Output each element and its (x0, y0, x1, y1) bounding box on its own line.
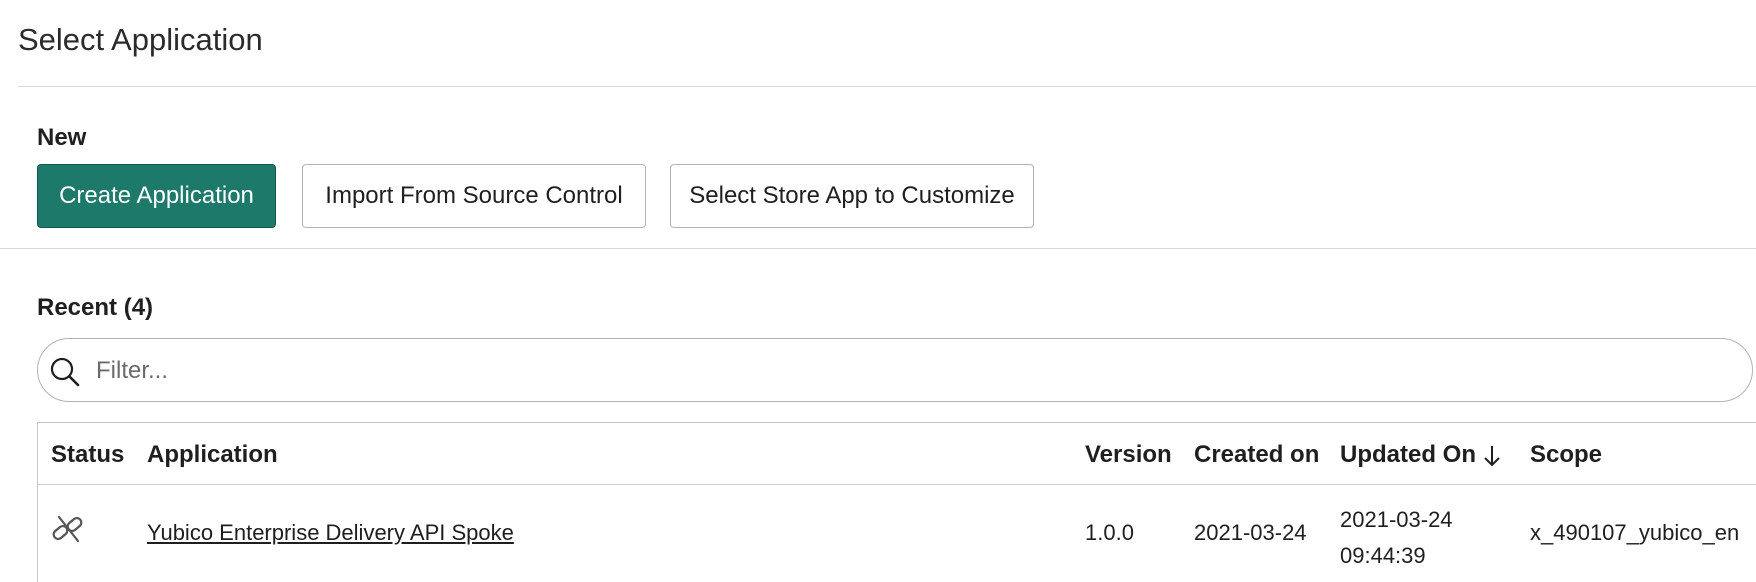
column-header-status[interactable]: Status (51, 441, 124, 469)
new-section-label: New (37, 124, 87, 151)
filter-input[interactable] (94, 347, 1698, 395)
create-application-button[interactable]: Create Application (37, 164, 276, 228)
updated-on-date: 2021-03-24 (1340, 507, 1453, 532)
import-from-source-control-button[interactable]: Import From Source Control (302, 164, 646, 228)
updated-on-time: 09:44:39 (1340, 543, 1426, 568)
recent-section-label: Recent (4) (37, 294, 154, 321)
table-header-row: Status Application Version Created on Up… (38, 423, 1756, 485)
column-header-created-on[interactable]: Created on (1194, 441, 1319, 469)
column-header-updated-on-label: Updated On (1340, 441, 1476, 468)
search-icon (50, 357, 80, 387)
version-cell: 1.0.0 (1085, 520, 1134, 545)
table-row: Yubico Enterprise Delivery API Spoke 1.0… (38, 485, 1756, 582)
page-title: Select Application (18, 22, 263, 57)
scope-cell: x_490107_yubico_en (1530, 520, 1740, 545)
link-broken-icon (52, 515, 83, 543)
updated-on-cell: 2021-03-24 09:44:39 (1340, 502, 1453, 574)
arrow-down-icon (1484, 445, 1500, 467)
title-divider (18, 86, 1756, 87)
select-store-app-button[interactable]: Select Store App to Customize (670, 164, 1034, 228)
column-header-version[interactable]: Version (1085, 441, 1172, 469)
column-header-updated-on[interactable]: Updated On (1340, 441, 1502, 469)
section-divider (0, 248, 1756, 249)
recent-applications-table: Status Application Version Created on Up… (37, 422, 1756, 582)
created-on-cell: 2021-03-24 (1194, 520, 1307, 545)
column-header-application[interactable]: Application (147, 441, 278, 469)
select-application-page: Select Application New Create Applicatio… (0, 0, 1756, 582)
application-link[interactable]: Yubico Enterprise Delivery API Spoke (147, 520, 514, 546)
filter-field[interactable] (37, 338, 1753, 402)
column-header-scope[interactable]: Scope (1530, 441, 1602, 469)
